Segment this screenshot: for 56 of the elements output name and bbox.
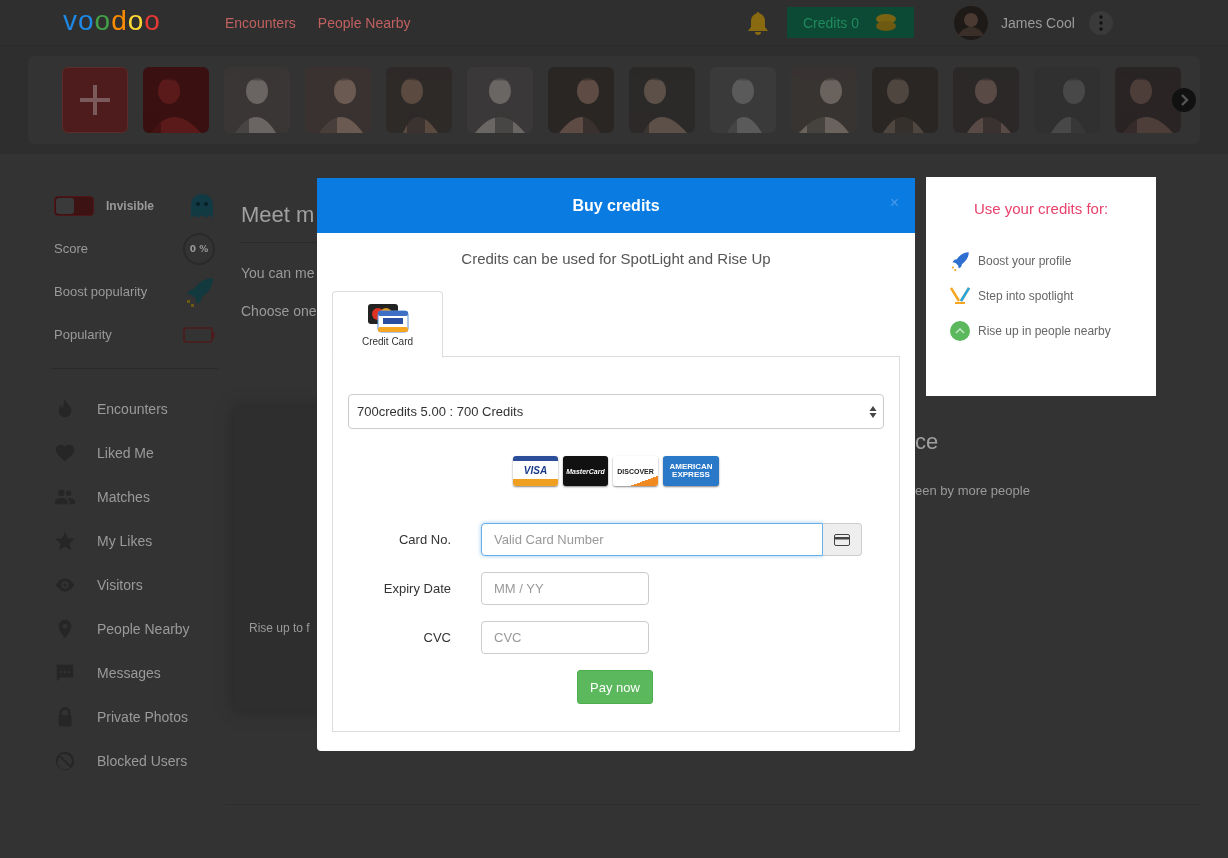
text-field[interactable]: MM / YY [481,572,649,605]
sidebar-menu-item[interactable]: Liked Me [54,431,215,475]
spotlight-icon [950,286,970,305]
section-heading: Meet m [241,202,315,228]
card-brand-logo: VISA [513,456,558,486]
boost-popularity-link[interactable]: Boost popularity [54,284,148,299]
user-name[interactable]: James Cool [1001,14,1089,31]
select-arrows-icon [869,404,877,419]
payment-tab[interactable]: Credit Card [332,291,443,358]
field-label: Card No. [397,532,451,547]
popularity-label: Popularity [54,327,112,342]
invisible-label: Invisible [106,198,156,213]
chevron-up-circle-icon [950,320,970,341]
card-icon [834,533,850,546]
text-field[interactable]: CVC [481,621,649,654]
panel-title: Use your credits for: [972,200,1110,217]
avatar[interactable] [954,5,988,40]
dialog-title: Buy credits [572,196,660,215]
bell-icon[interactable] [747,10,769,35]
section-text: You can me [241,265,315,281]
sidebar-menu-item[interactable]: Matches [54,475,215,519]
add-photo-button[interactable] [62,67,128,133]
section-text: een by more people [915,483,1030,498]
sidebar-menu-item[interactable]: Private Photos [54,695,215,739]
ghost-icon [189,193,215,218]
benefit-text: Step into spotlight [978,288,1074,303]
sidebar-menu-item[interactable]: My Likes [54,519,215,563]
invisible-toggle[interactable] [54,195,94,216]
pay-now-button[interactable]: Pay now [577,670,653,704]
dialog-subtitle: Credits can be used for SpotLight and Rise Up [460,250,772,267]
sidebar-menu-item[interactable]: Blocked Users [54,739,215,783]
plus-icon [80,85,110,115]
more-menu-icon[interactable] [1089,10,1113,35]
package-select[interactable]: 700credits 5.00 : 700 Credits [348,394,884,429]
nav-link[interactable]: Encounters [225,14,296,31]
benefit-text: Boost your profile [978,253,1072,268]
sidebar-menu-item[interactable]: Visitors [54,563,215,607]
sidebar-menu-item[interactable]: Messages [54,651,215,695]
battery-icon [183,326,215,343]
logo[interactable]: voodoo [63,4,225,37]
field-label: CVC [422,630,451,645]
sidebar-menu-item[interactable]: Encounters [54,387,215,431]
section-heading: ce [915,429,939,455]
section-text: Choose one [241,303,317,319]
card-text: Rise up to f [249,621,310,635]
credits-button[interactable]: Credits 0 [787,7,914,38]
credit-cards-icon [365,302,410,334]
rocket-icon [950,250,970,271]
field-label: Expiry Date [382,581,451,596]
text-field[interactable]: Valid Card Number [481,523,823,556]
score-label: Score [54,241,88,256]
benefit-text: Rise up in people nearby [978,323,1111,338]
sidebar-menu-item[interactable]: People Nearby [54,607,215,651]
nav-link[interactable]: People Nearby [317,14,411,31]
score-value: 0 % [183,232,215,265]
card-brand-logo: AMERICAN EXPRESS [663,456,719,486]
